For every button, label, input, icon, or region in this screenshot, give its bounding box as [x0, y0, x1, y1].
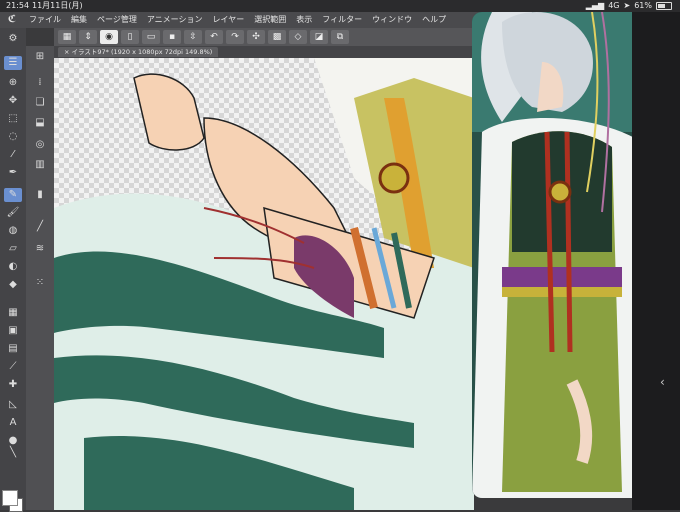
pencil-icon[interactable]: ✎ [4, 188, 22, 202]
document-tab[interactable]: × イラスト97* (1920 x 1080px 72dpi 149.8%) [58, 47, 219, 57]
pen-icon[interactable]: ✒ [4, 166, 22, 180]
app-logo-icon[interactable]: ℭ [0, 12, 24, 28]
menu-selection[interactable]: 選択範囲 [249, 12, 291, 28]
vector-icon[interactable]: ⟋ [4, 360, 22, 374]
menu-file[interactable]: ファイル [24, 12, 66, 28]
transform-icon[interactable]: ✣ [247, 30, 265, 44]
chevron-left-icon[interactable]: ‹ [660, 375, 665, 389]
arrange-icon[interactable]: ⇕ [79, 30, 97, 44]
stroke-icon[interactable]: ≋ [31, 242, 49, 256]
menu-edit[interactable]: 編集 [66, 12, 92, 28]
palette-icon[interactable]: ▥ [31, 158, 49, 172]
eraser-cmd-icon[interactable]: ◇ [289, 30, 307, 44]
brush-icon[interactable]: 🖌 [4, 206, 22, 220]
status-time: 21:54 [6, 1, 30, 10]
fill-cmd-icon[interactable]: ◪ [310, 30, 328, 44]
sub-tool-icon[interactable]: ⬓ [31, 116, 49, 130]
main-color-swatch[interactable] [2, 490, 18, 506]
eraser-icon[interactable]: ▱ [4, 242, 22, 256]
menu-window[interactable]: ウィンドウ [367, 12, 417, 28]
status-bar: 21:54 11月11日(月) ▂▄▆ 4G ➤ 61% [0, 0, 680, 12]
zoom-icon[interactable]: ⊕ [4, 76, 22, 90]
blend-icon[interactable]: ◐ [4, 260, 22, 274]
crop-icon[interactable]: ⧉ [331, 30, 349, 44]
new-file-icon[interactable]: ▯ [121, 30, 139, 44]
brush-size-icon[interactable]: ╱ [31, 220, 49, 234]
gear-icon[interactable]: ⚙ [4, 32, 22, 46]
select-icon[interactable]: ⬚ [4, 112, 22, 126]
move-icon[interactable]: ✥ [4, 94, 22, 108]
color-wheel-icon[interactable]: ◎ [31, 138, 49, 152]
network-label: 4G [608, 1, 620, 10]
select-area-icon[interactable]: ▩ [268, 30, 286, 44]
open-file-icon[interactable]: ▭ [142, 30, 160, 44]
undo-icon[interactable]: ↶ [205, 30, 223, 44]
menu-page[interactable]: ページ管理 [92, 12, 142, 28]
airbrush-icon[interactable]: ◍ [4, 224, 22, 238]
ruler-icon[interactable]: ▤ [4, 342, 22, 356]
spiral-icon[interactable]: ◉ [100, 30, 118, 44]
up-down-icon[interactable]: ⇳ [184, 30, 202, 44]
tool-strip: ⚙ ☰ ⊕ ✥ ⬚ ◌ ⁄ ✒ ✎ 🖌 ◍ ▱ ◐ ◆ ▦ ▣ ▤ ⟋ ✚ ◺ … [0, 28, 26, 512]
line-icon[interactable]: ╲ [4, 446, 22, 460]
layout-icon[interactable]: ▦ [58, 30, 76, 44]
signal-icon: ▂▄▆ [585, 1, 605, 10]
menu-filter[interactable]: フィルター [317, 12, 367, 28]
frame-icon[interactable]: ▣ [4, 324, 22, 338]
menu-icon[interactable]: ☰ [4, 56, 22, 70]
battery-label: 61% [634, 1, 652, 10]
swatch-icon[interactable]: ▮ [31, 188, 49, 202]
location-icon: ➤ [623, 1, 631, 10]
status-date: 11月11日(月) [32, 1, 83, 10]
balloon-icon[interactable]: ✚ [4, 378, 22, 392]
fill-icon[interactable]: ◆ [4, 278, 22, 292]
menu-animation[interactable]: アニメーション [142, 12, 208, 28]
battery-icon [656, 2, 672, 10]
eyedropper-icon[interactable]: ⁄ [4, 148, 22, 162]
document-tab-title: イラスト97* (1920 x 1080px 72dpi 149.8%) [71, 48, 213, 56]
layer-tool-icon[interactable]: ❏ [31, 96, 49, 110]
grid-icon[interactable]: ⊞ [31, 50, 49, 64]
artwork [54, 58, 474, 510]
lasso-icon[interactable]: ◌ [4, 130, 22, 144]
sub-tool-strip: ⊞ ⁞ ❏ ⬓ ◎ ▥ ▮ ╱ ≋ ⁙ [26, 46, 54, 510]
menu-view[interactable]: 表示 [291, 12, 317, 28]
grid-small-icon[interactable]: ⁙ [31, 276, 49, 290]
drawing-canvas[interactable] [54, 58, 474, 510]
triangle-ruler-icon[interactable]: ◺ [4, 398, 22, 412]
right-panel-dark [632, 12, 680, 510]
menu-help[interactable]: ヘルプ [417, 12, 451, 28]
gradient-icon[interactable]: ▦ [4, 306, 22, 320]
save-icon[interactable]: ▪ [163, 30, 181, 44]
redo-icon[interactable]: ↷ [226, 30, 244, 44]
dots-icon[interactable]: ⁞ [31, 76, 49, 90]
menu-layer[interactable]: レイヤー [208, 12, 250, 28]
text-icon[interactable]: A [4, 416, 22, 430]
